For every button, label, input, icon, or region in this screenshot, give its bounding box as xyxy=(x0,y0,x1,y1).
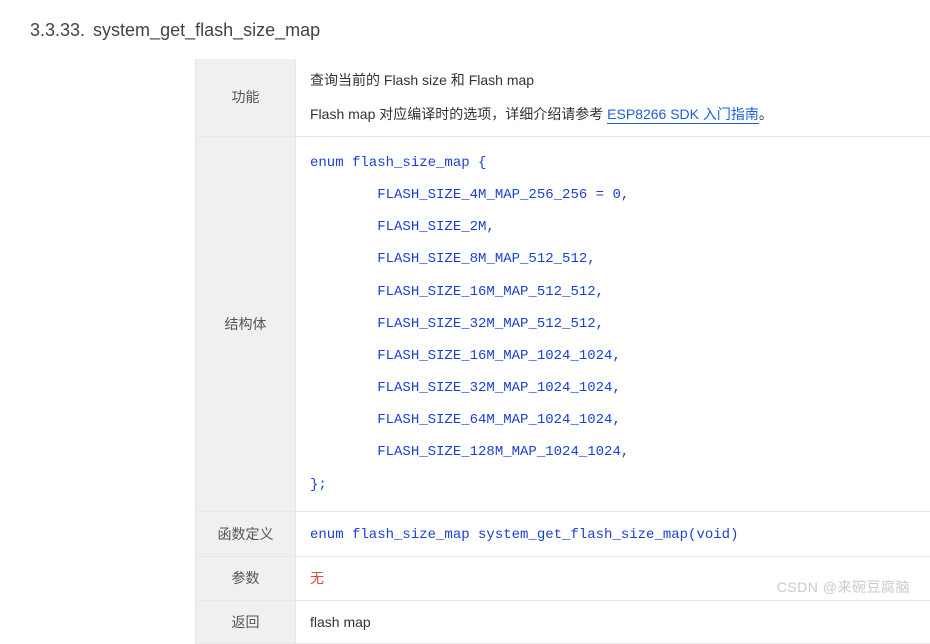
label-params: 参数 xyxy=(196,557,296,600)
section-number: 3.3.33. xyxy=(30,20,85,40)
function-desc-line1: 查询当前的 Flash size 和 Flash map xyxy=(310,69,916,91)
function-desc-pre: Flash map 对应编译时的选项，详细介绍请参考 xyxy=(310,106,607,122)
value-definition: enum flash_size_map system_get_flash_siz… xyxy=(296,511,930,556)
value-struct: enum flash_size_map { FLASH_SIZE_4M_MAP_… xyxy=(296,136,930,511)
api-table: 功能 查询当前的 Flash size 和 Flash map Flash ma… xyxy=(195,59,930,644)
row-struct: 结构体 enum flash_size_map { FLASH_SIZE_4M_… xyxy=(196,136,930,511)
row-definition: 函数定义 enum flash_size_map system_get_flas… xyxy=(196,511,930,556)
value-function: 查询当前的 Flash size 和 Flash map Flash map 对… xyxy=(296,59,930,136)
label-function: 功能 xyxy=(196,59,296,136)
section-title: system_get_flash_size_map xyxy=(93,20,320,40)
section-heading: 3.3.33. system_get_flash_size_map xyxy=(30,20,930,41)
function-desc-post: 。 xyxy=(759,106,773,122)
params-value: 无 xyxy=(310,570,324,586)
definition-code: enum flash_size_map system_get_flash_siz… xyxy=(310,527,738,543)
value-return: flash map xyxy=(296,600,930,643)
sdk-guide-link[interactable]: ESP8266 SDK 入门指南 xyxy=(607,106,759,124)
row-function: 功能 查询当前的 Flash size 和 Flash map Flash ma… xyxy=(196,59,930,136)
label-struct: 结构体 xyxy=(196,136,296,511)
label-definition: 函数定义 xyxy=(196,511,296,556)
label-return: 返回 xyxy=(196,600,296,643)
function-desc-line2: Flash map 对应编译时的选项，详细介绍请参考 ESP8266 SDK 入… xyxy=(310,103,916,125)
row-return: 返回 flash map xyxy=(196,600,930,643)
struct-code: enum flash_size_map { FLASH_SIZE_4M_MAP_… xyxy=(310,147,916,501)
watermark: CSDN @来碗豆腐脑 xyxy=(777,577,910,597)
